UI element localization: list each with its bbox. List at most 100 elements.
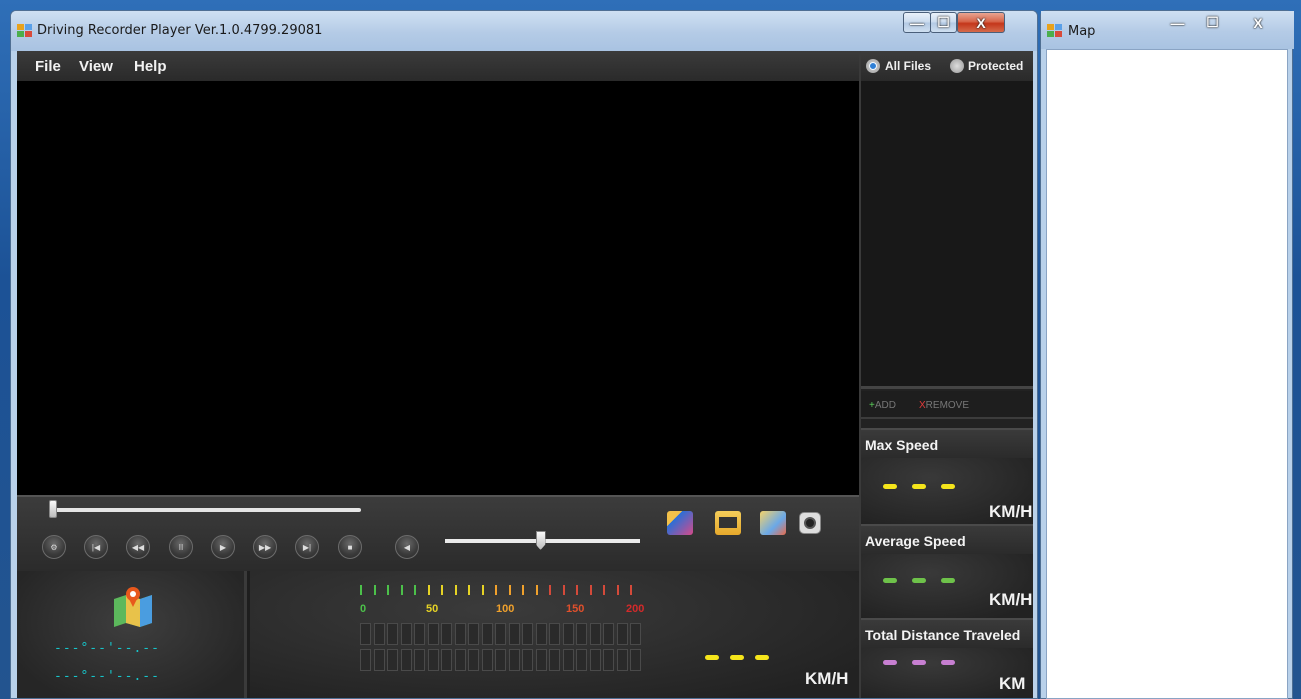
next-file-icon: ▶|	[302, 542, 312, 552]
main-window: Driving Recorder Player Ver.1.0.4799.290…	[10, 10, 1038, 699]
map-view-icon[interactable]	[760, 511, 786, 535]
video-display[interactable]	[17, 81, 859, 495]
map-titlebar[interactable]: Map — ☐ X	[1041, 11, 1294, 49]
speed-bar-cell	[522, 649, 533, 671]
speed-bar-cell	[468, 649, 479, 671]
speed-bar-cell	[441, 623, 452, 645]
speed-bar-cell	[535, 623, 547, 645]
longitude-readout: ---°--'--.--	[54, 669, 160, 684]
add-button[interactable]: +ADD	[869, 400, 896, 411]
add-label: ADD	[874, 400, 896, 411]
play-button[interactable]: ▶	[211, 535, 235, 559]
pause-button[interactable]: II	[169, 535, 193, 559]
close-button[interactable]: X	[957, 12, 1005, 33]
speed-bar-cell	[400, 623, 412, 645]
map-view[interactable]	[1046, 49, 1288, 699]
pause-icon: II	[178, 542, 184, 552]
menu-help[interactable]: Help	[134, 58, 167, 75]
total-distance-body: KM	[861, 648, 1033, 698]
gps-panel: ---°--'--.-- ---°--'--.--	[17, 571, 247, 698]
speed-scale-label: 150	[566, 603, 585, 615]
mute-button[interactable]: ◀	[395, 535, 419, 559]
minimize-button[interactable]: —	[903, 12, 931, 33]
speed-scale-label: 0	[360, 603, 367, 615]
speed-bar-cell	[414, 623, 425, 645]
speed-bar-cell	[441, 649, 452, 671]
speed-bar-cell	[481, 649, 493, 671]
seek-bar[interactable]	[49, 508, 361, 512]
folder-icon[interactable]	[715, 511, 741, 535]
speed-bar-cell	[414, 649, 425, 671]
stop-icon: ■	[347, 542, 353, 552]
latitude-readout: ---°--'--.--	[54, 641, 160, 656]
radio-protected[interactable]	[950, 59, 964, 73]
speed-bar-cell	[522, 623, 533, 645]
file-filter-bar: All Files Protected	[861, 51, 1033, 81]
speed-bar-cell	[576, 623, 587, 645]
mute-icon: ◀	[403, 542, 411, 552]
speed-bar-cell	[630, 623, 641, 645]
app-icon	[17, 24, 33, 38]
all-files-label[interactable]: All Files	[885, 59, 931, 73]
menu-view[interactable]: View	[79, 58, 113, 75]
speed-bar-cell	[373, 623, 385, 645]
fast-forward-button[interactable]: ▶▶	[253, 535, 277, 559]
map-app-icon	[1047, 24, 1063, 38]
map-close-icon: X	[1253, 14, 1263, 31]
max-speed-body: KM/H	[861, 458, 1033, 524]
speedometer-panel: 0 50 100 150 200 KM/H	[250, 571, 859, 698]
rewind-icon: ◀◀	[131, 542, 145, 552]
list-actions: +ADD XREMOVE	[861, 391, 1033, 419]
next-file-button[interactable]: ▶|	[295, 535, 319, 559]
speed-bar-cell	[549, 649, 560, 671]
minimize-icon: —	[910, 14, 924, 31]
current-speed-unit: KM/H	[805, 669, 849, 688]
menu-bar: File View Help	[17, 51, 859, 81]
settings-button[interactable]: ⚙	[42, 535, 66, 559]
speed-bar-cell	[616, 649, 628, 671]
max-speed-unit: KM/H	[989, 502, 1033, 521]
fast-forward-icon: ▶▶	[258, 542, 272, 552]
prev-file-button[interactable]: |◀	[84, 535, 108, 559]
close-icon: X	[976, 14, 986, 31]
client-area: File View Help ⚙ |◀ ◀◀ II ▶ ▶▶ ▶| ■ ◀ --…	[17, 51, 1033, 698]
speed-bargraph	[360, 623, 650, 683]
gps-map-icon[interactable]	[112, 585, 154, 627]
speed-bar-cell	[562, 649, 574, 671]
speed-scale-labels: 0 50 100 150 200	[360, 571, 644, 621]
average-speed-unit: KM/H	[989, 590, 1033, 609]
map-maximize-button[interactable]: ☐	[1196, 12, 1229, 33]
map-window-title: Map	[1068, 24, 1096, 39]
snapshot-icon[interactable]	[667, 511, 693, 535]
map-close-button[interactable]: X	[1236, 12, 1280, 33]
map-minimize-button[interactable]: —	[1161, 12, 1194, 33]
speed-bar-cell	[616, 623, 628, 645]
menu-file[interactable]: File	[35, 58, 61, 75]
speed-bar-cell	[427, 649, 439, 671]
speed-bar-cell	[387, 623, 398, 645]
file-list[interactable]	[861, 81, 1033, 389]
remove-button[interactable]: XREMOVE	[919, 400, 969, 411]
rewind-button[interactable]: ◀◀	[126, 535, 150, 559]
remove-icon: X	[919, 400, 926, 411]
speed-bar-cell	[454, 649, 466, 671]
speed-scale-label: 100	[496, 603, 515, 615]
file-panel: All Files Protected +ADD XREMOVE Max Spe…	[859, 51, 1033, 698]
protected-label[interactable]: Protected	[968, 59, 1023, 73]
maximize-button[interactable]: ☐	[930, 12, 957, 33]
current-speed-readout	[705, 655, 785, 665]
window-title: Driving Recorder Player Ver.1.0.4799.290…	[37, 23, 323, 38]
stop-button[interactable]: ■	[338, 535, 362, 559]
speed-bar-cell	[495, 623, 506, 645]
main-titlebar[interactable]: Driving Recorder Player Ver.1.0.4799.290…	[11, 11, 1037, 51]
camera-icon[interactable]	[799, 512, 821, 534]
map-window: Map — ☐ X	[1040, 10, 1294, 699]
speed-bar-cell	[427, 623, 439, 645]
speed-bar-cell	[468, 623, 479, 645]
speed-bar-cell	[508, 623, 520, 645]
max-speed-header: Max Speed	[861, 428, 1033, 458]
speed-bar-cell	[589, 649, 601, 671]
seek-thumb[interactable]	[49, 500, 57, 518]
radio-all-files[interactable]	[866, 59, 880, 73]
speed-bar-cell	[495, 649, 506, 671]
